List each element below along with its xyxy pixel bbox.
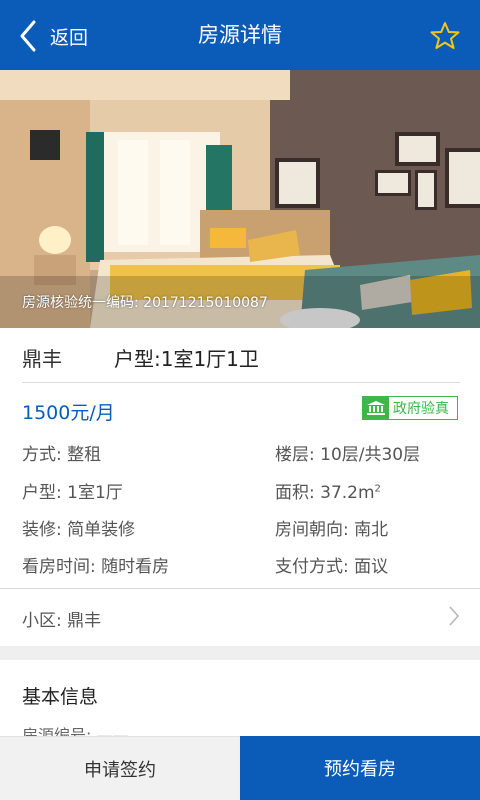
verification-code: 房源核验统一编码: 20171215010087 [22, 295, 268, 311]
back-label: 返回 [50, 26, 89, 49]
chevron-left-icon [20, 20, 36, 52]
star-icon[interactable] [430, 21, 460, 51]
attr-decoration: 装修: 简单装修 [22, 520, 136, 540]
house-type: 户型:1室1厅1卫 [114, 346, 259, 371]
gov-verified-badge: 政府验真 [362, 396, 458, 420]
divider [22, 382, 460, 383]
attr-mode: 方式: 整租 [22, 445, 102, 465]
back-button[interactable]: 返回 [18, 18, 88, 54]
attr-floor: 楼层: 10层/共30层 [275, 445, 421, 465]
attr-viewing-time: 看房时间: 随时看房 [22, 557, 170, 577]
government-building-icon [363, 397, 389, 419]
attr-area: 面积: 37.2m2 [275, 478, 381, 503]
top-nav-bar: 返回 房源详情 [0, 0, 480, 70]
gov-badge-label: 政府验真 [393, 401, 449, 417]
attr-orientation: 房间朝向: 南北 [275, 520, 389, 540]
chevron-right-icon [449, 606, 460, 626]
price: 1500元/月 [22, 402, 115, 424]
attr-payment: 支付方式: 面议 [275, 557, 389, 577]
attr-area-text: 面积: 37.2m [275, 483, 375, 503]
title-row: 鼎丰 户型:1室1厅1卫 [22, 343, 460, 371]
basic-info-title: 基本信息 [22, 686, 99, 708]
community-link-row[interactable]: 小区: 鼎丰 [0, 588, 480, 646]
book-viewing-button[interactable]: 预约看房 [240, 736, 480, 800]
bottom-action-bar: 申请签约 预约看房 [0, 736, 480, 800]
section-gap [0, 646, 480, 660]
community-label: 小区: 鼎丰 [22, 611, 102, 631]
area-unit-superscript: 2 [374, 483, 381, 495]
community-name: 鼎丰 [22, 346, 62, 371]
attr-layout: 户型: 1室1厅 [22, 483, 123, 503]
apply-sign-button[interactable]: 申请签约 [0, 736, 240, 800]
property-photo[interactable] [0, 70, 480, 328]
